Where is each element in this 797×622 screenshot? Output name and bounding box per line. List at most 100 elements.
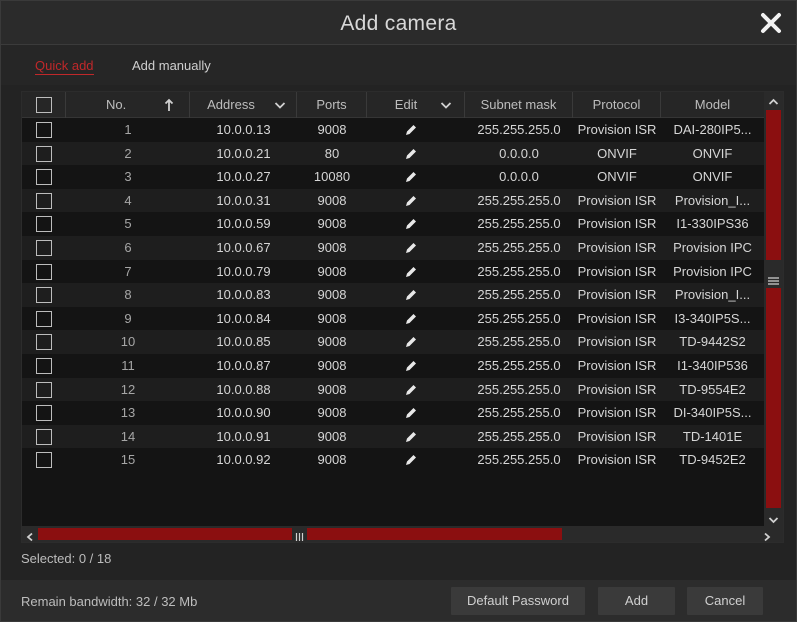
table-row[interactable]: 4 10.0.0.31 9008 255.255.255.0 Provision ISR…	[22, 188, 764, 213]
row-checkbox[interactable]	[36, 192, 52, 209]
table-row[interactable]: 7 10.0.0.79 9008 255.255.255.0 Provision ISR…	[22, 259, 764, 284]
cell-model: TD-9452E2	[679, 452, 746, 468]
cell-protocol: Provision ISR	[577, 287, 657, 303]
cell-no: 15	[120, 452, 136, 468]
row-checkbox[interactable]	[36, 239, 52, 256]
cell-subnet-mask: 255.255.255.0	[477, 287, 561, 303]
horizontal-scroll-thumb[interactable]	[38, 528, 292, 540]
edit-pencil-icon[interactable]	[367, 401, 465, 425]
row-checkbox[interactable]	[36, 452, 52, 469]
cell-address: 10.0.0.84	[216, 310, 271, 326]
vertical-scroll-thumb[interactable]	[766, 110, 781, 260]
header-no[interactable]: No.	[66, 92, 190, 118]
cell-address: 10.0.0.59	[216, 216, 271, 232]
row-checkbox[interactable]	[36, 216, 52, 233]
header-edit[interactable]: Edit	[367, 92, 465, 118]
scroll-grip-icon[interactable]	[295, 529, 304, 541]
row-checkbox[interactable]	[36, 381, 52, 398]
cell-subnet-mask: 255.255.255.0	[477, 310, 561, 326]
cell-address: 10.0.0.27	[216, 169, 271, 185]
table-row[interactable]: 10 10.0.0.85 9008 255.255.255.0 Provision IS…	[22, 330, 764, 354]
horizontal-scroll-track-fill[interactable]	[307, 528, 562, 540]
edit-pencil-icon[interactable]	[367, 307, 465, 331]
vertical-scroll-track-fill[interactable]	[766, 288, 781, 508]
cell-model: DAI-280IP5...	[673, 122, 752, 137]
row-checkbox[interactable]	[36, 334, 52, 351]
edit-pencil-icon[interactable]	[367, 260, 465, 284]
table-row[interactable]: 6 10.0.0.67 9008 255.255.255.0 Provision ISR…	[22, 235, 764, 260]
row-checkbox[interactable]	[36, 428, 52, 445]
edit-pencil-icon[interactable]	[367, 189, 465, 213]
cell-port: 9008	[317, 310, 347, 326]
table-row[interactable]: 15 10.0.0.92 9008 255.255.255.0 Provision IS…	[22, 448, 764, 472]
table-row[interactable]: 13 10.0.0.90 9008 255.255.255.0 Provision IS…	[22, 401, 764, 425]
cell-model: DI-340IP5S...	[673, 405, 752, 421]
row-checkbox[interactable]	[36, 287, 52, 304]
cell-port: 9008	[317, 357, 347, 373]
edit-pencil-icon[interactable]	[367, 236, 465, 260]
edit-pencil-icon[interactable]	[367, 425, 465, 449]
cell-subnet-mask: 0.0.0.0	[499, 169, 539, 185]
row-checkbox[interactable]	[36, 263, 52, 280]
header-model: Model	[694, 97, 731, 112]
cell-address: 10.0.0.83	[216, 287, 271, 303]
tab-quick-add[interactable]: Quick add	[35, 58, 94, 75]
edit-pencil-icon[interactable]	[367, 330, 465, 354]
scroll-grip-icon[interactable]	[767, 272, 780, 285]
table-body: 1 10.0.0.13 9008 255.255.255.0 Provision ISR…	[22, 118, 764, 472]
cell-port: 9008	[317, 216, 347, 232]
close-icon[interactable]	[758, 10, 784, 36]
cell-subnet-mask: 255.255.255.0	[477, 452, 561, 468]
row-checkbox[interactable]	[36, 405, 52, 422]
cell-port: 9008	[317, 122, 347, 137]
select-all-checkbox[interactable]	[36, 97, 52, 113]
row-checkbox[interactable]	[36, 310, 52, 327]
row-checkbox[interactable]	[36, 145, 52, 162]
table-row[interactable]: 11 10.0.0.87 9008 255.255.255.0 Provision IS…	[22, 353, 764, 378]
edit-pencil-icon[interactable]	[367, 354, 465, 378]
header-select-all	[22, 92, 66, 118]
table-row[interactable]: 3 10.0.0.27 10080 0.0.0.0 ONVIF ONVIF	[22, 165, 764, 189]
table-row[interactable]: 5 10.0.0.59 9008 255.255.255.0 Provision ISR…	[22, 212, 764, 236]
table-row[interactable]: 8 10.0.0.83 9008 255.255.255.0 Provision ISR…	[22, 283, 764, 307]
cell-port: 9008	[317, 452, 347, 468]
tab-add-manually[interactable]: Add manually	[132, 58, 211, 73]
cell-address: 10.0.0.31	[216, 192, 271, 208]
edit-pencil-icon[interactable]	[367, 212, 465, 236]
table-row[interactable]: 2 10.0.0.21 80 0.0.0.0 ONVIF ONVIF	[22, 141, 764, 166]
scroll-right-icon[interactable]	[762, 529, 772, 542]
cell-model: ONVIF	[692, 145, 733, 161]
dialog-title: Add camera	[340, 12, 457, 35]
dialog-titlebar: Add camera	[1, 1, 796, 45]
cell-protocol: Provision ISR	[577, 405, 657, 421]
table-row[interactable]: 1 10.0.0.13 9008 255.255.255.0 Provision ISR…	[22, 118, 764, 142]
edit-pencil-icon[interactable]	[367, 165, 465, 189]
edit-pencil-icon[interactable]	[367, 448, 465, 472]
edit-pencil-icon[interactable]	[367, 283, 465, 307]
vertical-scrollbar[interactable]	[764, 92, 783, 526]
table-row[interactable]: 14 10.0.0.91 9008 255.255.255.0 Provision IS…	[22, 424, 764, 449]
row-checkbox[interactable]	[36, 169, 52, 186]
cell-address: 10.0.0.85	[216, 334, 271, 350]
edit-pencil-icon[interactable]	[367, 142, 465, 166]
edit-pencil-icon[interactable]	[367, 378, 465, 402]
table-row[interactable]: 12 10.0.0.88 9008 255.255.255.0 Provision IS…	[22, 377, 764, 402]
default-password-button[interactable]: Default Password	[451, 587, 585, 615]
table-header: No. Address Ports Edit Subnet mask Proto…	[22, 92, 764, 118]
row-checkbox[interactable]	[36, 357, 52, 374]
cell-model: TD-9554E2	[679, 381, 746, 397]
add-button[interactable]: Add	[598, 587, 675, 615]
scroll-left-icon[interactable]	[25, 529, 35, 542]
cell-port: 9008	[317, 192, 347, 208]
table-row[interactable]: 9 10.0.0.84 9008 255.255.255.0 Provision ISR…	[22, 306, 764, 331]
cancel-button[interactable]: Cancel	[687, 587, 763, 615]
cell-model: I1-340IP536	[677, 357, 748, 373]
horizontal-scrollbar[interactable]	[22, 526, 783, 542]
cell-address: 10.0.0.13	[216, 122, 271, 137]
camera-table: No. Address Ports Edit Subnet mask Proto…	[21, 91, 784, 543]
cell-port: 9008	[317, 334, 347, 350]
row-checkbox[interactable]	[36, 122, 52, 138]
edit-pencil-icon[interactable]	[367, 118, 465, 142]
cell-port: 9008	[317, 239, 347, 255]
header-address[interactable]: Address	[190, 92, 297, 118]
